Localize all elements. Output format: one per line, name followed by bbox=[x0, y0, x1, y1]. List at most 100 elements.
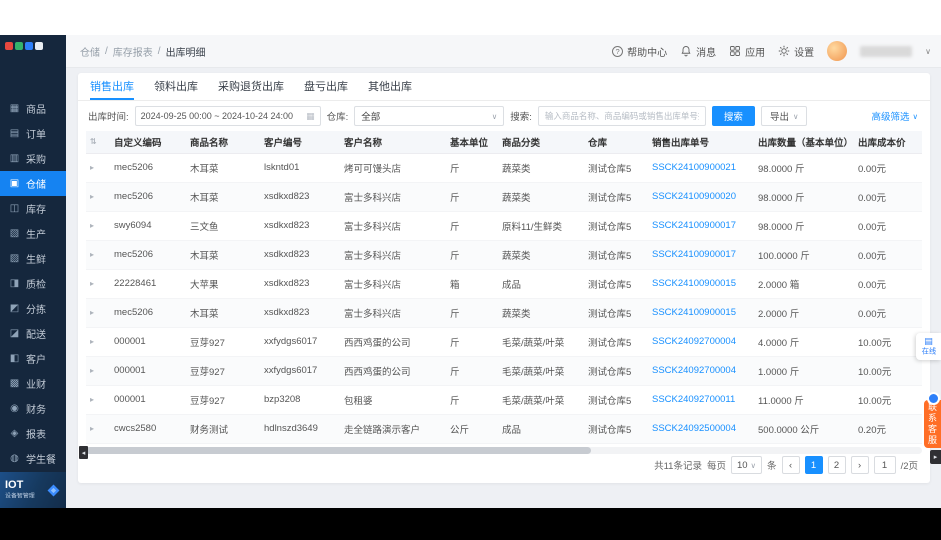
sorting-icon: ◩ bbox=[9, 303, 20, 314]
date-range-input[interactable]: 2024-09-25 00:00 ~ 2024-10-24 24:00 ▦ bbox=[134, 106, 321, 126]
row-expand-icon[interactable]: ▸ bbox=[90, 424, 94, 433]
row-expand-icon[interactable]: ▸ bbox=[90, 279, 94, 288]
cell-qty: 2.0000 斤 bbox=[754, 298, 854, 328]
search-input[interactable] bbox=[537, 106, 706, 126]
tab-1[interactable]: 领料出库 bbox=[154, 73, 198, 100]
user-name-blurred[interactable] bbox=[860, 45, 913, 57]
cell-cust_code: xsdkxd823 bbox=[260, 182, 340, 212]
user-menu-chevron-icon[interactable]: ∨ bbox=[925, 47, 931, 56]
cell-category: 毛菜/蔬菜/叶菜 bbox=[498, 385, 584, 415]
cell-cost: 10.00元 bbox=[854, 356, 922, 386]
page-1-button[interactable]: 1 bbox=[804, 456, 823, 474]
sidebar-item-10[interactable]: ◧ 客户 bbox=[0, 346, 66, 371]
sidebar-item-4[interactable]: ◫ 库存 bbox=[0, 196, 66, 221]
cell-cust_name: 走全链路演示客户 bbox=[340, 414, 446, 444]
tab-4[interactable]: 其他出库 bbox=[368, 73, 412, 100]
sidebar-item-2[interactable]: ▥ 采购 bbox=[0, 146, 66, 171]
prev-page-button[interactable]: ‹ bbox=[781, 456, 800, 474]
row-expand-icon[interactable]: ▸ bbox=[90, 163, 94, 172]
cell-order_no[interactable]: SSCK24100900021 bbox=[648, 153, 754, 183]
cell-order_no[interactable]: SSCK24100900020 bbox=[648, 182, 754, 212]
col-order-no: 销售出库单号 bbox=[648, 131, 754, 154]
main-content: 销售出库 领料出库 采购退货出库 盘亏出库 其他出库 出库时间: 2024-09-25 … bbox=[66, 68, 941, 508]
cell-unit: 斤 bbox=[446, 240, 498, 270]
scroll-left-button[interactable]: ◂ bbox=[79, 446, 88, 459]
cell-product: 财务测试 bbox=[186, 414, 260, 444]
row-expand-icon[interactable]: ▸ bbox=[90, 337, 94, 346]
breadcrumb-item-inventory-report[interactable]: 库存报表 bbox=[113, 44, 153, 59]
cell-cost: 0.00元 bbox=[854, 182, 922, 212]
cell-cust_code: lskntd01 bbox=[260, 153, 340, 183]
col-customer-code: 客户编号 bbox=[260, 131, 340, 154]
sidebar-item-7[interactable]: ◨ 质检 bbox=[0, 271, 66, 296]
messages-button[interactable]: 消息 bbox=[680, 44, 716, 59]
sidebar-item-3[interactable]: ▣ 仓储 bbox=[0, 171, 66, 196]
table-head: ⇅ 自定义编码 商品名称 客户编号 客户名称 基本单位 商品分类 仓库 销售出库… bbox=[86, 131, 922, 154]
sidebar-item-5[interactable]: ▧ 生产 bbox=[0, 221, 66, 246]
apps-button[interactable]: 应用 bbox=[729, 44, 765, 59]
sidebar-item-8[interactable]: ◩ 分拣 bbox=[0, 296, 66, 321]
next-page-button[interactable]: › bbox=[850, 456, 869, 474]
cell-qty: 1.0000 斤 bbox=[754, 356, 854, 386]
page-jump-input[interactable]: 1 bbox=[873, 456, 896, 474]
row-expand-cell: ▸ bbox=[86, 182, 110, 212]
col-base-unit: 基本单位 bbox=[446, 131, 498, 154]
tab-0[interactable]: 销售出库 bbox=[90, 73, 134, 100]
sidebar-item-11[interactable]: ▩ 业财 bbox=[0, 371, 66, 396]
sidebar-item-0[interactable]: ▦ 商品 bbox=[0, 96, 66, 121]
row-expand-icon[interactable]: ▸ bbox=[90, 366, 94, 375]
page-size-select[interactable]: 10 ∨ bbox=[730, 456, 763, 474]
sidebar-item-label: 仓储 bbox=[26, 180, 46, 191]
cell-order_no[interactable]: SSCK24100900017 bbox=[648, 240, 754, 270]
cell-order_no[interactable]: SSCK24092700011 bbox=[648, 385, 754, 415]
cell-cust_code: xsdkxd823 bbox=[260, 269, 340, 299]
cell-order_no[interactable]: SSCK24092700004 bbox=[648, 356, 754, 386]
cell-order_no[interactable]: SSCK24092500004 bbox=[648, 414, 754, 444]
breadcrumb-item-warehouse[interactable]: 仓储 bbox=[80, 44, 100, 59]
cell-order_no[interactable]: SSCK24100900017 bbox=[648, 211, 754, 241]
cell-order_no[interactable]: SSCK24100900015 bbox=[648, 269, 754, 299]
cell-warehouse: 测试仓库5 bbox=[584, 269, 648, 299]
sidebar-item-1[interactable]: ▤ 订单 bbox=[0, 121, 66, 146]
table-row-0: ▸ mec5206 木耳菜 lskntd01 烤可可馒头店斤蔬菜类 测试仓库5 SSCK24… bbox=[86, 153, 922, 183]
sidebar-item-14[interactable]: ◍ 学生餐 bbox=[0, 446, 66, 471]
sidebar-footer: IOT 设备智管理 bbox=[0, 472, 66, 508]
row-expand-icon[interactable]: ▸ bbox=[90, 395, 94, 404]
cell-cost: 0.20元 bbox=[854, 414, 922, 444]
headset-icon bbox=[927, 392, 940, 405]
avatar[interactable] bbox=[827, 41, 848, 61]
tab-2[interactable]: 采购退货出库 bbox=[218, 73, 284, 100]
sidebar-item-12[interactable]: ◉ 财务 bbox=[0, 396, 66, 421]
scroll-right-button[interactable]: ▸ bbox=[930, 450, 941, 464]
settings-button[interactable]: 设置 bbox=[778, 44, 814, 59]
cell-cost: 0.00元 bbox=[854, 211, 922, 241]
advanced-filter-link[interactable]: 高级筛选 ∨ bbox=[871, 109, 918, 124]
expand-all-icon[interactable]: ⇅ bbox=[90, 137, 97, 146]
col-category: 商品分类 bbox=[498, 131, 584, 154]
row-expand-icon[interactable]: ▸ bbox=[90, 192, 94, 201]
cell-order_no[interactable]: SSCK24100900015 bbox=[648, 298, 754, 328]
search-button[interactable]: 搜索 bbox=[711, 106, 755, 126]
tab-3[interactable]: 盘亏出库 bbox=[304, 73, 348, 100]
online-chat-widget[interactable]: ▤ 在线 bbox=[916, 333, 941, 360]
row-expand-icon[interactable]: ▸ bbox=[90, 221, 94, 230]
export-button[interactable]: 导出 ∨ bbox=[760, 106, 808, 126]
cell-qty: 2.0000 箱 bbox=[754, 269, 854, 299]
sidebar-item-13[interactable]: ◈ 报表 bbox=[0, 421, 66, 446]
logo-white-square bbox=[35, 42, 43, 50]
scrollbar-thumb[interactable] bbox=[86, 446, 591, 454]
horizontal-scrollbar[interactable] bbox=[86, 446, 922, 454]
page-2-button[interactable]: 2 bbox=[827, 456, 846, 474]
brand-title: IOT bbox=[5, 479, 24, 491]
cell-order_no[interactable]: SSCK24092700004 bbox=[648, 327, 754, 357]
table-row-2: ▸ swy6094 三文鱼 xsdkxd823 富士多科兴店斤原料11/生鲜类 测试仓库5… bbox=[86, 211, 922, 241]
row-expand-icon[interactable]: ▸ bbox=[90, 308, 94, 317]
help-center-button[interactable]: ? 帮助中心 bbox=[612, 44, 667, 59]
row-expand-icon[interactable]: ▸ bbox=[90, 250, 94, 259]
warehouse-select[interactable]: 全部 ∨ bbox=[354, 106, 505, 126]
cell-unit: 斤 bbox=[446, 385, 498, 415]
help-center-label: 帮助中心 bbox=[627, 47, 668, 59]
contact-service-button[interactable]: 联系客服 bbox=[924, 392, 941, 448]
sidebar-item-9[interactable]: ◪ 配送 bbox=[0, 321, 66, 346]
sidebar-item-6[interactable]: ▨ 生鲜 bbox=[0, 246, 66, 271]
